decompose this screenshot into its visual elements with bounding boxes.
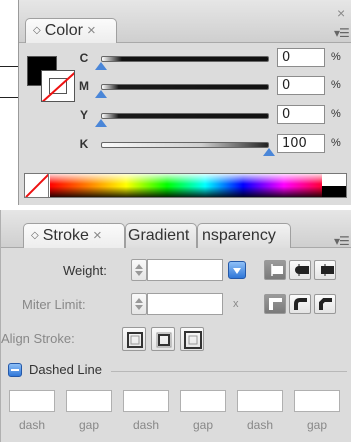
window-close-icon[interactable]: × — [337, 5, 345, 21]
slider-thumb[interactable] — [95, 119, 107, 127]
gap-label: gap — [78, 418, 100, 432]
color-spectrum[interactable] — [24, 173, 347, 198]
panel-menu-icon[interactable]: ▾☰ — [334, 26, 350, 40]
slider-row-y: Y 0% — [19, 104, 351, 127]
slider-row-k: K 100% — [19, 133, 351, 156]
slider-row-c: C 0% — [19, 47, 351, 70]
miter-join-button[interactable] — [264, 294, 286, 314]
dash-label: dash — [132, 418, 160, 432]
none-slash-icon — [25, 174, 48, 197]
align-stroke-label: Align Stroke: — [1, 331, 75, 346]
align-outside-button[interactable] — [180, 327, 204, 351]
gap-label: gap — [192, 418, 214, 432]
percent-unit: % — [331, 51, 341, 63]
miter-unit: x — [233, 298, 239, 310]
black-white-swatch[interactable] — [322, 174, 346, 197]
dashed-line-checkbox[interactable] — [8, 363, 22, 377]
channel-value-input[interactable]: 0 — [277, 48, 325, 67]
weight-input[interactable] — [147, 259, 223, 281]
dashed-separator — [111, 371, 347, 372]
panel-menu-icon[interactable]: ▾☰ — [334, 234, 350, 248]
miter-limit-label: Miter Limit: — [22, 297, 86, 312]
color-panel: ◇ Color × × ▾☰ C 0% M 0% Y 0% K 100% — [18, 0, 351, 205]
dash-label: dash — [18, 418, 46, 432]
tab-transparency[interactable]: nsparency — [197, 223, 291, 248]
weight-label: Weight: — [63, 263, 107, 278]
align-center-button[interactable] — [122, 327, 146, 351]
tab-color[interactable]: ◇ Color × — [25, 18, 117, 43]
chevron-icon: ◇ — [33, 25, 41, 36]
stroke-tabbar: ◇ Stroke × Gradient nsparency ▾☰ — [1, 210, 351, 248]
slider-row-m: M 0% — [19, 75, 351, 98]
slider-thumb[interactable] — [95, 62, 107, 70]
projecting-cap-button[interactable] — [314, 260, 336, 280]
slider-track[interactable] — [101, 84, 269, 90]
round-cap-button[interactable] — [289, 260, 311, 280]
align-inside-button[interactable] — [151, 327, 175, 351]
close-icon[interactable]: × — [87, 22, 96, 39]
channel-label: Y — [79, 108, 88, 122]
channel-value-input[interactable]: 0 — [277, 105, 325, 124]
color-tabbar: ◇ Color × × ▾☰ — [19, 0, 351, 43]
channel-value-input[interactable]: 0 — [277, 76, 325, 95]
round-join-button[interactable] — [289, 294, 311, 314]
channel-value-input[interactable]: 100 — [277, 134, 325, 153]
tab-color-label: Color — [44, 22, 83, 39]
channel-label: M — [79, 79, 89, 93]
none-color-button[interactable] — [25, 174, 49, 197]
miter-input[interactable] — [147, 293, 223, 315]
chevron-icon: ◇ — [31, 230, 39, 241]
slider-track[interactable] — [101, 142, 269, 148]
slider-track[interactable] — [101, 56, 269, 62]
slider-thumb[interactable] — [263, 148, 275, 156]
slider-track[interactable] — [101, 113, 269, 119]
gap-input[interactable] — [294, 390, 340, 412]
dash-input[interactable] — [123, 390, 169, 412]
gap-input[interactable] — [180, 390, 226, 412]
tab-stroke[interactable]: ◇ Stroke × — [23, 223, 125, 248]
percent-unit: % — [331, 108, 341, 120]
channel-label: K — [79, 137, 89, 151]
miter-stepper[interactable] — [131, 293, 147, 315]
tab-stroke-label: Stroke — [42, 227, 89, 244]
slider-thumb[interactable] — [95, 90, 107, 98]
weight-stepper[interactable] — [131, 259, 147, 281]
gap-input[interactable] — [66, 390, 112, 412]
tab-gradient[interactable]: Gradient — [125, 223, 197, 248]
tab-transparency-label: nsparency — [202, 227, 276, 244]
channel-label: C — [79, 51, 89, 65]
close-icon[interactable]: × — [93, 227, 102, 244]
bevel-join-button[interactable] — [314, 294, 336, 314]
percent-unit: % — [331, 79, 341, 91]
weight-dropdown-button[interactable] — [228, 261, 246, 279]
dash-input[interactable] — [9, 390, 55, 412]
percent-unit: % — [331, 137, 341, 149]
dashed-line-label: Dashed Line — [29, 362, 102, 377]
dash-input[interactable] — [237, 390, 283, 412]
tab-gradient-label: Gradient — [128, 227, 190, 244]
butt-cap-button[interactable] — [264, 260, 286, 280]
spectrum-ramp[interactable] — [50, 174, 322, 197]
dash-label: dash — [246, 418, 274, 432]
gap-label: gap — [306, 418, 328, 432]
